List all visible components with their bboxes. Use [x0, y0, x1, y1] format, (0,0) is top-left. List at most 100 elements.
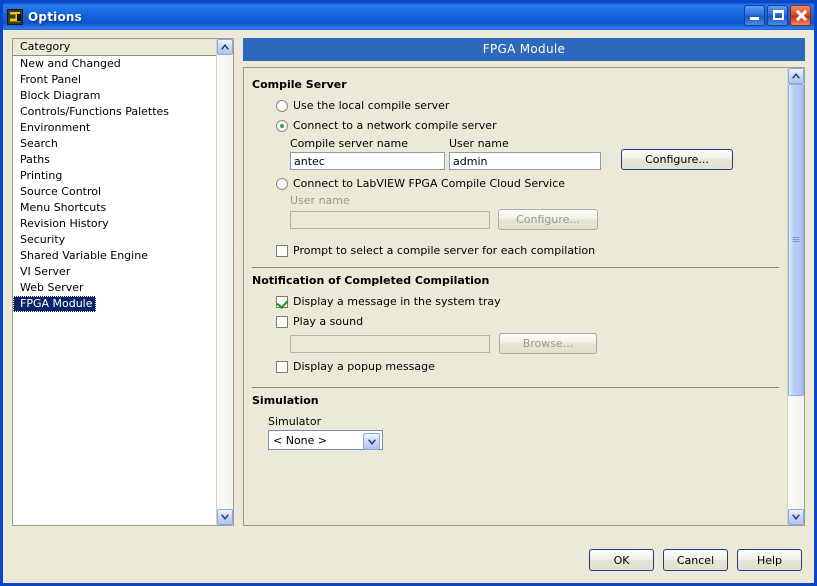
section-title-simulation: Simulation [252, 394, 319, 407]
radio-circle-icon [276, 177, 288, 190]
radio-label: Connect to a network compile server [293, 119, 497, 132]
settings-body: Compile Server Use the local compile ser… [244, 68, 787, 525]
settings-scroll-area: Compile Server Use the local compile ser… [243, 67, 805, 526]
close-icon[interactable] [790, 5, 811, 26]
scroll-down-icon[interactable] [788, 509, 804, 525]
scrollbar-track[interactable] [788, 84, 804, 509]
sidebar-item-label: Paths [20, 153, 50, 166]
window-controls [744, 5, 811, 26]
compile-server-name-label: Compile server name [290, 137, 408, 150]
help-button[interactable]: Help [737, 549, 802, 571]
simulator-label: Simulator [268, 415, 322, 428]
simulator-field: Simulator < None > [268, 415, 787, 450]
sidebar-item-web-server[interactable]: Web Server [13, 280, 216, 296]
sound-path-input [290, 334, 490, 353]
sidebar-item-shared-variable-engine[interactable]: Shared Variable Engine [13, 248, 216, 264]
radio-label: Connect to LabVIEW FPGA Compile Cloud Se… [293, 177, 566, 190]
category-scrollbar[interactable] [216, 39, 233, 525]
checkbox-label: Play a sound [293, 315, 364, 328]
sidebar-item-fpga-module[interactable]: FPGA Module [13, 296, 216, 312]
scroll-up-icon[interactable] [788, 68, 804, 84]
minimize-icon[interactable] [744, 5, 765, 26]
browse-button: Browse... [499, 333, 597, 354]
chevron-down-icon[interactable] [363, 433, 380, 450]
sidebar-item-label: Controls/Functions Palettes [20, 105, 170, 118]
options-window: Options Category New and Changed Front P… [0, 0, 817, 586]
sidebar-item-label: Search [20, 137, 58, 150]
tray-message-checkbox[interactable]: Display a message in the system tray [276, 295, 787, 308]
cloud-user-name-input [290, 210, 490, 229]
sidebar-item-new-and-changed[interactable]: New and Changed [13, 56, 216, 72]
checkbox-icon [276, 360, 288, 373]
sidebar-item-search[interactable]: Search [13, 136, 216, 152]
play-sound-checkbox[interactable]: Play a sound [276, 315, 787, 328]
prompt-compile-server-checkbox[interactable]: Prompt to select a compile server for ea… [276, 244, 787, 257]
dialog-footer: OK Cancel Help [3, 537, 814, 583]
settings-scrollbar[interactable] [787, 68, 804, 525]
scrollbar-thumb[interactable] [788, 84, 804, 397]
cloud-configure-button: Configure... [498, 209, 598, 230]
sidebar-item-controls-functions-palettes[interactable]: Controls/Functions Palettes [13, 104, 216, 120]
sidebar-item-label: Source Control [20, 185, 102, 198]
scrollbar-grip-icon [792, 237, 800, 244]
checkbox-icon [276, 315, 288, 328]
category-list-header: Category [13, 39, 216, 56]
cancel-button[interactable]: Cancel [663, 549, 728, 571]
sidebar-item-menu-shortcuts[interactable]: Menu Shortcuts [13, 200, 216, 216]
sidebar-item-source-control[interactable]: Source Control [13, 184, 216, 200]
radio-cloud-compile-service[interactable]: Connect to LabVIEW FPGA Compile Cloud Se… [276, 177, 787, 190]
checkbox-label: Prompt to select a compile server for ea… [293, 244, 596, 257]
user-name-input[interactable]: admin [449, 152, 601, 170]
sidebar-item-label: Web Server [20, 281, 84, 294]
popup-message-checkbox[interactable]: Display a popup message [276, 360, 787, 373]
scroll-up-icon[interactable] [217, 39, 233, 55]
sidebar-item-front-panel[interactable]: Front Panel [13, 72, 216, 88]
scrollbar-track[interactable] [217, 55, 233, 509]
sidebar-item-security[interactable]: Security [13, 232, 216, 248]
dialog-content: Category New and Changed Front Panel Blo… [3, 30, 814, 537]
simulator-select[interactable]: < None > [268, 430, 383, 450]
sidebar-item-label: Block Diagram [20, 89, 101, 102]
sidebar-item-label: Revision History [20, 217, 109, 230]
labview-icon [7, 8, 23, 25]
sidebar-item-label: Security [20, 233, 66, 246]
simulator-selected-value: < None > [273, 433, 328, 447]
ok-button[interactable]: OK [589, 549, 654, 571]
radio-local-compile-server[interactable]: Use the local compile server [276, 99, 787, 112]
maximize-icon[interactable] [767, 5, 788, 26]
scroll-down-icon[interactable] [217, 509, 233, 525]
checkbox-label: Display a popup message [293, 360, 435, 373]
sidebar-item-revision-history[interactable]: Revision History [13, 216, 216, 232]
sidebar-item-vi-server[interactable]: VI Server [13, 264, 216, 280]
sidebar-item-label: Front Panel [20, 73, 81, 86]
radio-circle-selected-icon [276, 119, 288, 132]
network-server-fields: Compile server name antec User name admi… [290, 137, 787, 170]
category-list-items: Category New and Changed Front Panel Blo… [13, 39, 216, 525]
checkbox-icon [276, 244, 288, 257]
sidebar-item-label: Environment [20, 121, 91, 134]
settings-panel: FPGA Module Compile Server Use the local… [243, 38, 805, 526]
cloud-fields: User name Configure... [290, 194, 787, 230]
sidebar-item-label: New and Changed [20, 57, 121, 70]
sidebar-item-paths[interactable]: Paths [13, 152, 216, 168]
sidebar-item-printing[interactable]: Printing [13, 168, 216, 184]
sidebar-item-label: Menu Shortcuts [20, 201, 107, 214]
user-name-label: User name [449, 137, 509, 150]
sidebar-item-block-diagram[interactable]: Block Diagram [13, 88, 216, 104]
sidebar-item-label: Printing [20, 169, 63, 182]
window-title: Options [28, 9, 82, 24]
section-divider [252, 267, 779, 268]
sidebar-item-environment[interactable]: Environment [13, 120, 216, 136]
page-title: FPGA Module [243, 38, 805, 61]
sidebar-item-label: VI Server [20, 265, 71, 278]
section-title-compile-server: Compile Server [252, 78, 347, 91]
sidebar-item-label: Shared Variable Engine [20, 249, 148, 262]
category-list: Category New and Changed Front Panel Blo… [12, 38, 234, 526]
radio-network-compile-server[interactable]: Connect to a network compile server [276, 119, 787, 132]
radio-circle-icon [276, 99, 288, 112]
configure-button[interactable]: Configure... [621, 149, 733, 170]
section-title-notification: Notification of Completed Compilation [252, 274, 490, 287]
checkbox-label: Display a message in the system tray [293, 295, 501, 308]
radio-label: Use the local compile server [293, 99, 450, 112]
compile-server-name-input[interactable]: antec [290, 152, 445, 170]
